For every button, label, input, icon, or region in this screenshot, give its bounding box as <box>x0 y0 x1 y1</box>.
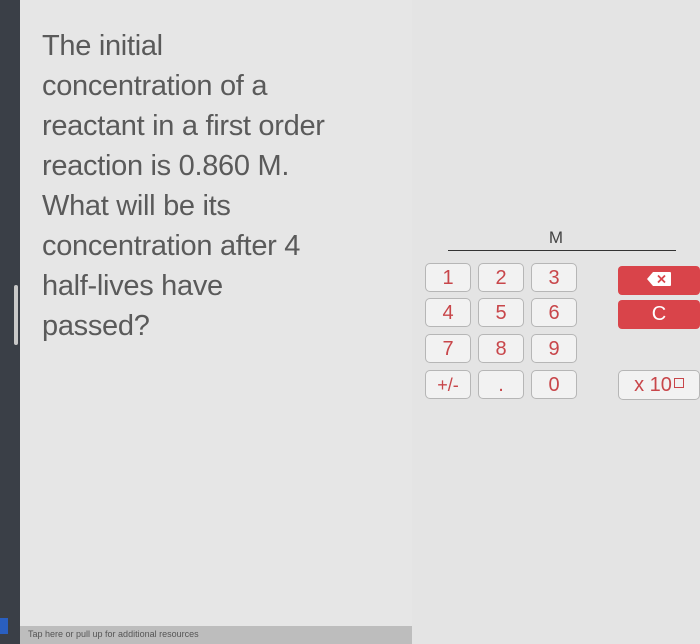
question-line: The initial <box>42 30 163 62</box>
key-8[interactable]: 8 <box>478 334 524 363</box>
key-2[interactable]: 2 <box>478 263 524 292</box>
question-line: concentration of a <box>42 70 268 102</box>
unit-label: M <box>548 228 564 247</box>
question-line: reaction is 0.860 M. <box>42 150 290 182</box>
backspace-button[interactable] <box>618 266 700 295</box>
backspace-icon <box>647 272 671 287</box>
resources-label: Tap here or pull up for additional resou… <box>28 629 199 639</box>
key-3[interactable]: 3 <box>531 263 577 292</box>
key-5[interactable]: 5 <box>478 298 524 327</box>
resources-bar[interactable]: Tap here or pull up for additional resou… <box>20 626 412 644</box>
question-line: concentration after 4 <box>42 230 301 262</box>
exponent-button[interactable]: x 10 <box>618 370 700 400</box>
left-edge <box>0 0 20 644</box>
key-0[interactable]: 0 <box>531 370 577 399</box>
key-7[interactable]: 7 <box>425 334 471 363</box>
key-1[interactable]: 1 <box>425 263 471 292</box>
answer-input-line[interactable] <box>448 250 676 251</box>
edge-indicator <box>0 618 8 634</box>
exponent-box-icon <box>673 378 684 388</box>
question-line: half-lives have <box>42 270 223 302</box>
clear-button[interactable]: C <box>618 300 700 329</box>
question-line: reactant in a first order <box>42 110 325 142</box>
key-4[interactable]: 4 <box>425 298 471 327</box>
key-decimal[interactable]: . <box>478 370 524 399</box>
question-line: passed? <box>42 310 150 342</box>
question-panel: The initial concentration of a reactant … <box>20 0 412 626</box>
scroll-handle[interactable] <box>14 285 18 345</box>
question-line: What will be its <box>42 190 231 222</box>
key-6[interactable]: 6 <box>531 298 577 327</box>
question-text: The initial concentration of a reactant … <box>42 26 392 346</box>
exponent-label: x 10 <box>634 374 672 396</box>
key-9[interactable]: 9 <box>531 334 577 363</box>
key-plus-minus[interactable]: +/- <box>425 370 471 399</box>
answer-panel: M 1 2 3 4 5 6 7 8 9 +/- . 0 C x 10 <box>412 0 700 644</box>
